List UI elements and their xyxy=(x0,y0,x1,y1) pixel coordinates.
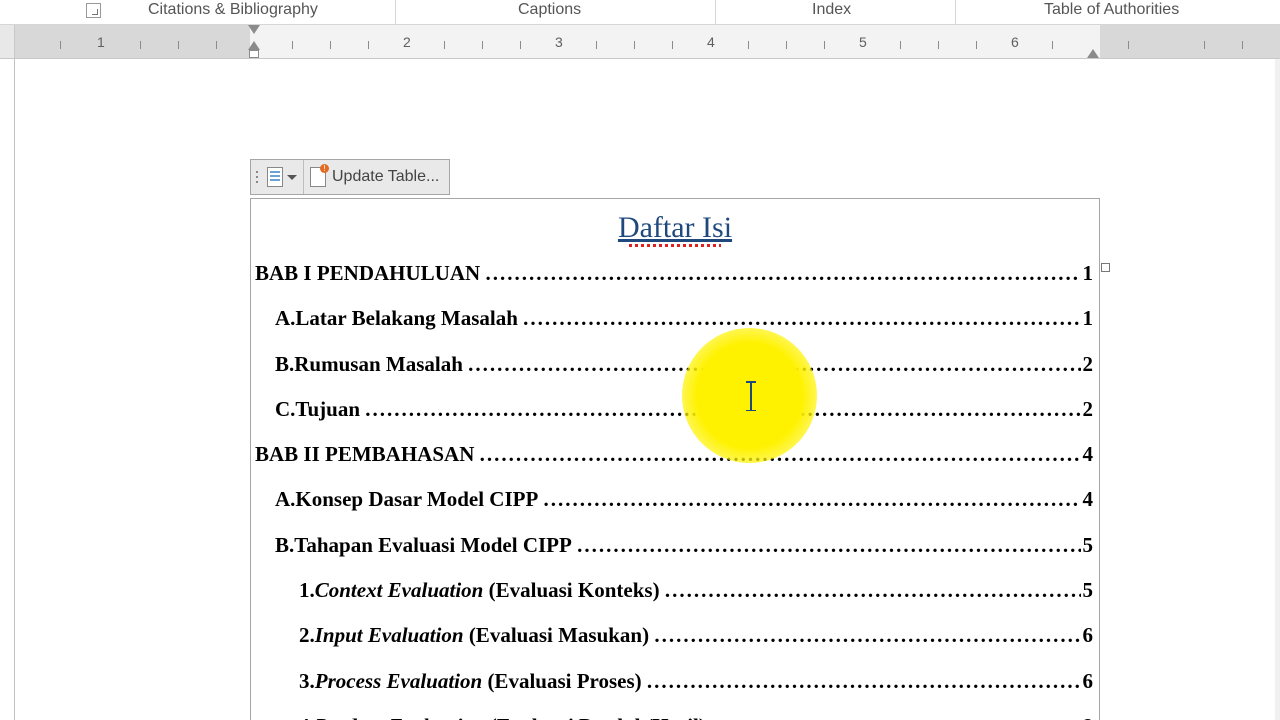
ruler-number: 2 xyxy=(403,34,411,50)
toc-page-number: 6 xyxy=(1081,668,1094,695)
ribbon-section-table-of-authorities[interactable]: Table of Authorities xyxy=(1044,1,1179,19)
toc-page-number: 5 xyxy=(1081,532,1094,559)
hanging-indent-marker[interactable] xyxy=(248,41,260,58)
ribbon-section-captions[interactable]: Captions xyxy=(518,1,581,19)
horizontal-ruler[interactable]: 1 2 3 4 5 6 xyxy=(0,25,1280,59)
toc-handle-toolbar: ! Update Table... xyxy=(250,159,450,195)
toc-leader: ........................................… xyxy=(647,668,1081,695)
ribbon-section-citations[interactable]: Citations & Bibliography xyxy=(148,1,318,19)
document-area[interactable]: ! Update Table... Daftar Isi BAB I PENDA… xyxy=(0,59,1280,720)
toc-leader: ........................................… xyxy=(544,486,1081,513)
toc-leader: ........................................… xyxy=(480,441,1081,468)
toc-page-number: 4 xyxy=(1081,486,1094,513)
toc-entry[interactable]: A.Konsep Dasar Model CIPP ..............… xyxy=(251,477,1099,522)
toc-leader: ........................................… xyxy=(365,396,1080,423)
toc-leader: ........................................… xyxy=(711,713,1080,720)
document-refresh-icon: ! xyxy=(310,167,326,187)
ruler-number: 5 xyxy=(859,34,867,50)
chevron-down-icon xyxy=(287,175,297,180)
ribbon-section-index[interactable]: Index xyxy=(812,1,851,19)
dialog-launcher-icon[interactable] xyxy=(86,3,101,18)
ruler-gutter xyxy=(0,25,15,58)
toc-entry[interactable]: BAB I PENDAHULUAN ......................… xyxy=(251,251,1099,296)
document-icon xyxy=(267,167,283,187)
toc-leader: ........................................… xyxy=(654,622,1080,649)
toc-entry[interactable]: B.Rumusan Masalah ......................… xyxy=(251,342,1099,387)
text-cursor-icon xyxy=(750,381,752,411)
toc-entry[interactable]: 2.Input Evaluation (Evaluasi Masukan) ..… xyxy=(251,613,1099,658)
toc-page-number: 6 xyxy=(1081,622,1094,649)
toc-entry[interactable]: 3.Process Evaluation (Evaluasi Proses) .… xyxy=(251,659,1099,704)
ruler-number: 4 xyxy=(707,34,715,50)
update-table-label: Update Table... xyxy=(332,168,439,186)
ruler-left-margin xyxy=(15,25,250,58)
vertical-scrollbar[interactable] xyxy=(1275,59,1280,720)
toc-entry[interactable]: BAB II PEMBAHASAN ......................… xyxy=(251,432,1099,477)
toc-entry[interactable]: 1.Context Evaluation (Evaluasi Konteks) … xyxy=(251,568,1099,613)
ribbon-divider xyxy=(715,0,716,24)
toc-page-number: 5 xyxy=(1081,577,1094,604)
toc-leader: ........................................… xyxy=(468,351,1080,378)
ribbon-divider xyxy=(395,0,396,24)
toc-leader: ........................................… xyxy=(665,577,1081,604)
first-line-indent-marker[interactable] xyxy=(248,25,260,35)
toc-title: Daftar Isi xyxy=(251,211,1099,245)
table-of-contents-field[interactable]: Daftar Isi BAB I PENDAHULUAN ...........… xyxy=(250,198,1100,720)
resize-handle[interactable] xyxy=(1101,263,1110,272)
toc-leader: ........................................… xyxy=(577,532,1080,559)
toc-page-number: 2 xyxy=(1081,351,1094,378)
toc-leader: ........................................… xyxy=(523,305,1080,332)
right-indent-marker[interactable] xyxy=(1087,49,1099,58)
toc-entry[interactable]: B.Tahapan Evaluasi Model CIPP ..........… xyxy=(251,523,1099,568)
ruler-number: 3 xyxy=(555,34,563,50)
spellcheck-squiggle-icon xyxy=(629,244,721,247)
drag-grip-icon[interactable] xyxy=(251,160,261,194)
toc-entries: BAB I PENDAHULUAN ......................… xyxy=(251,251,1099,720)
ribbon-divider xyxy=(955,0,956,24)
ruler-right-margin xyxy=(1100,25,1280,58)
toc-leader: ........................................… xyxy=(485,260,1080,287)
ruler-number: 1 xyxy=(97,34,105,50)
toc-style-dropdown[interactable] xyxy=(261,160,304,194)
toc-page-number: 1 xyxy=(1081,305,1094,332)
toc-page-number: 2 xyxy=(1081,396,1094,423)
toc-entry[interactable]: C.Tujuan ...............................… xyxy=(251,387,1099,432)
toc-page-number: 1 xyxy=(1081,260,1094,287)
toc-page-number: 8 xyxy=(1081,713,1094,720)
ruler-number: 6 xyxy=(1011,34,1019,50)
toc-entry[interactable]: 4.Product Evaluation (Evaluasi Produk/Ha… xyxy=(251,704,1099,720)
page-edge xyxy=(14,59,15,720)
toc-page-number: 4 xyxy=(1081,441,1094,468)
ribbon-section-row: Citations & Bibliography Captions Index … xyxy=(0,0,1280,25)
toc-entry[interactable]: A.Latar Belakang Masalah ...............… xyxy=(251,296,1099,341)
update-table-button[interactable]: ! Update Table... xyxy=(304,160,449,194)
